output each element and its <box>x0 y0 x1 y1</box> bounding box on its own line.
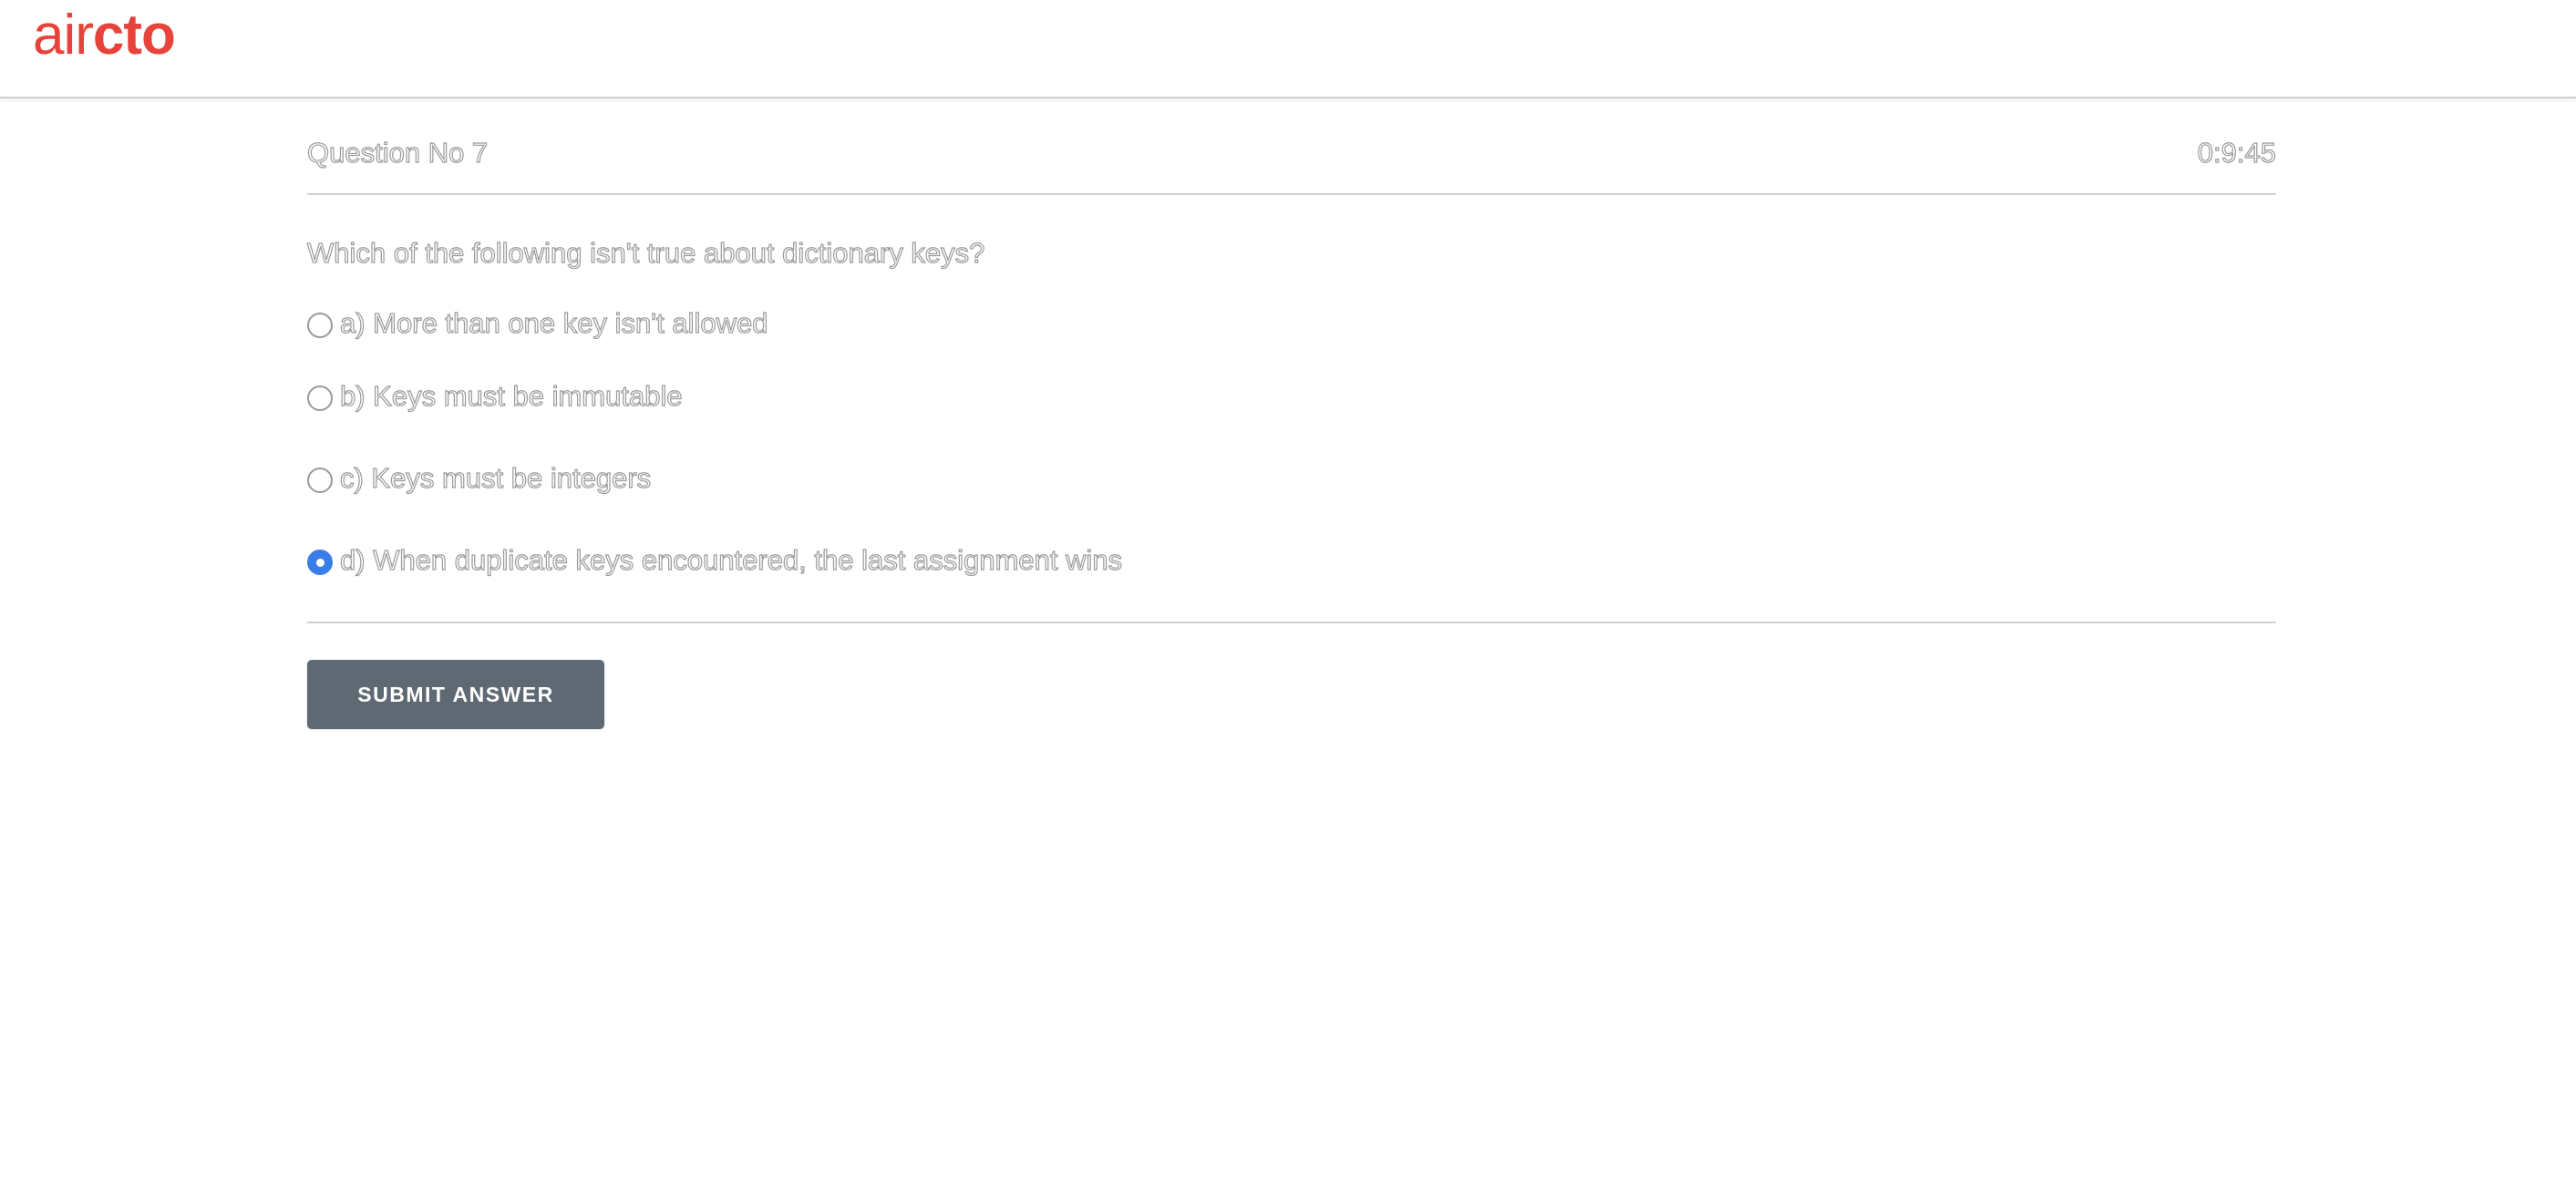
option-d-radio[interactable] <box>307 550 333 575</box>
logo-text-air: air <box>33 4 94 67</box>
option-b-radio[interactable] <box>307 386 333 411</box>
option-c-label[interactable]: c) Keys must be integers <box>339 460 651 497</box>
aircto-logo[interactable]: aircto <box>33 4 176 67</box>
question-number: Question No 7 <box>306 136 489 169</box>
logo-text-cto: cto <box>92 4 176 67</box>
submit-answer-button[interactable]: SUBMIT ANSWER <box>307 660 604 729</box>
option-c[interactable]: c) Keys must be integers <box>307 437 2276 519</box>
top-bar: aircto <box>0 0 2576 98</box>
answer-options: a) More than one key isn't allowed b) Ke… <box>307 292 2276 602</box>
question-container: Question No 7 0:9:45 Which of the follow… <box>306 98 2277 729</box>
question-header: Question No 7 0:9:45 <box>306 98 2277 195</box>
option-a-radio[interactable] <box>307 313 333 338</box>
option-b-label[interactable]: b) Keys must be immutable <box>339 378 683 415</box>
question-text: Which of the following isn't true about … <box>306 236 985 269</box>
option-d[interactable]: d) When duplicate keys encountered, the … <box>307 519 2276 602</box>
option-d-label[interactable]: d) When duplicate keys encountered, the … <box>339 542 1122 579</box>
countdown-timer: 0:9:45 <box>2197 136 2276 169</box>
option-c-radio[interactable] <box>307 468 333 493</box>
option-a[interactable]: a) More than one key isn't allowed <box>307 292 2276 355</box>
option-a-label[interactable]: a) More than one key isn't allowed <box>339 305 768 342</box>
divider <box>307 622 2276 623</box>
option-b[interactable]: b) Keys must be immutable <box>307 355 2276 437</box>
